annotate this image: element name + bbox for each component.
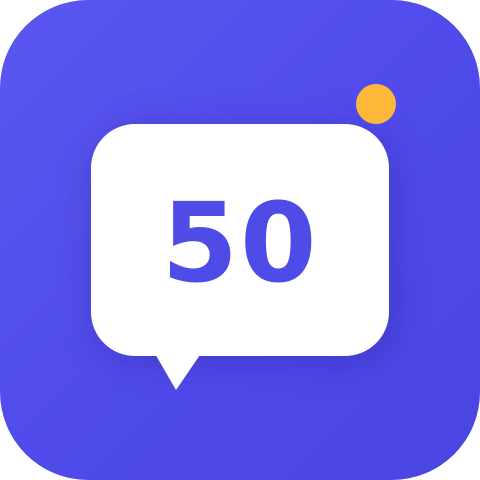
bubble-number: 50 [161,179,319,307]
speech-bubble-icon: 50 [91,124,389,356]
app-icon[interactable]: 50 [0,0,480,480]
bubble-tail [154,352,202,390]
notification-dot [356,84,396,124]
